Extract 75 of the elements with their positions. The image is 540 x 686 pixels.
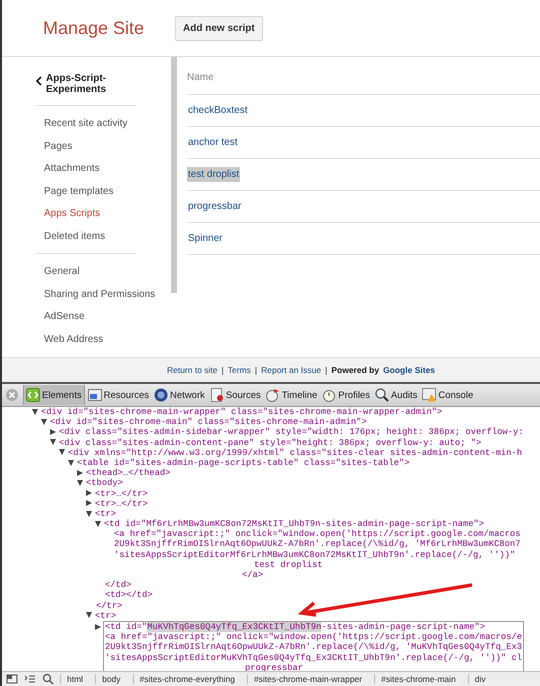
sidebar-item[interactable]: AdSense	[44, 306, 170, 328]
stopwatch-flag-icon	[266, 388, 280, 402]
breadcrumb-item[interactable]: body	[95, 674, 126, 684]
script-link[interactable]: checkBoxtest	[187, 103, 248, 118]
devtools-tab[interactable]: Sources	[208, 385, 263, 405]
devtools-tab[interactable]: Audits	[372, 385, 420, 405]
footer-link[interactable]: Google Sites	[383, 365, 436, 375]
devtools-tab[interactable]: Profiles	[320, 385, 372, 405]
code-line: <tr>	[2, 508, 540, 520]
add-script-button[interactable]: Add new script	[175, 16, 263, 40]
console-warning-icon	[422, 388, 436, 402]
list-icon[interactable]	[24, 673, 36, 685]
code-line: <tbody>	[2, 478, 540, 488]
code-line: <div class="sites-admin-content-pane" style="height: 386px; overflow-y: auto; ">	[2, 438, 540, 448]
window-icon	[88, 388, 102, 402]
globe-icon	[154, 388, 168, 402]
sidebar-item[interactable]: Sharing and Permissions	[44, 284, 170, 306]
sidebar-item[interactable]: Web Address	[44, 328, 170, 351]
script-link[interactable]: test droplist	[187, 167, 240, 182]
sidebar-item[interactable]: Page templates	[44, 180, 170, 203]
code-line: </td>	[104, 580, 132, 590]
devtools-tab[interactable]: Resources	[86, 385, 152, 405]
chevron-left-icon[interactable]	[36, 76, 42, 86]
script-link[interactable]: anchor test	[187, 135, 238, 150]
script-link[interactable]: Spinner	[187, 231, 224, 246]
code-line: test droplist	[253, 560, 324, 570]
code-line: <div class="sites-admin-sidebar-wrapper" style="width: 176px; height: 386px; overflow-y:	[2, 427, 540, 438]
footer-link[interactable]: Return to site	[166, 365, 218, 375]
separator-text: |	[325, 365, 328, 375]
code-line: <div id="sites-chrome-main-wrapper" class="sites-chrome-main-wrapper-admin">	[2, 407, 540, 418]
devtools-tab[interactable]: Network	[152, 385, 207, 405]
code-line: <div id="sites-chrome-main" class="sites-chrome-main-admin">	[2, 417, 540, 428]
code-brackets-icon	[26, 388, 40, 402]
devtools-tab[interactable]: Elements	[23, 385, 85, 405]
code-line: <tr>…</tr>	[2, 488, 540, 499]
magnifier-icon	[374, 388, 389, 402]
code-line: <tr>	[2, 610, 540, 621]
page-title: Manage Site	[43, 18, 146, 38]
code-line: </a>	[241, 570, 264, 580]
code-line: <thead>…</thead>	[2, 468, 540, 478]
breadcrumb-item[interactable]: html	[60, 674, 90, 684]
sidebar-item[interactable]: General	[44, 261, 170, 284]
sidebar-item[interactable]: Attachments	[44, 158, 170, 180]
breadcrumb-item[interactable]: #sites-chrome-main-wrapper	[246, 674, 368, 684]
code-line: 2U9kt3SnjffrRimOISlrnAqt6OpwUUkZ-A7bRn'.replace(/\%id/g, 'Mf6rLrhMBw3umKC8on7	[113, 539, 522, 550]
code-line: <td></td>	[104, 590, 154, 601]
search-icon[interactable]	[42, 673, 54, 685]
code-line: <tr>…</tr>	[2, 498, 540, 509]
separator-text: |	[222, 365, 224, 375]
code-line: <td id="Mf6rLrhMBw3umKC8on72MsKtIT_UhbT9n-sites-admin-page-script-name">	[2, 519, 540, 530]
code-line: <table id="sites-admin-page-scripts-table" class="sites-table">	[2, 458, 540, 468]
document-icon	[210, 388, 224, 402]
column-header: Name	[187, 57, 540, 95]
separator-text: |	[254, 365, 258, 375]
sidebar-item[interactable]: Apps Scripts	[44, 203, 170, 226]
breadcrumb-item[interactable]: div	[468, 674, 492, 684]
script-link[interactable]: progressbar	[187, 199, 242, 214]
site-name-link[interactable]: Apps-Script-Experiments	[46, 73, 136, 95]
scrollbar[interactable]	[171, 57, 177, 293]
code-line: <div xmlns="http://www.w3.org/1999/xhtml" class="sites-clear sites-admin-content-min-h	[2, 448, 540, 458]
sidebar-item[interactable]: Recent site activity	[44, 113, 170, 136]
code-line: <a href="javascript:;" onclick="window.open('https://script.google.com/macros	[113, 529, 522, 540]
sidebar-item[interactable]: Deleted items	[44, 226, 170, 248]
stopwatch-icon	[322, 388, 336, 402]
footer-link[interactable]: Report an Issue	[261, 365, 322, 375]
devtools-tab[interactable]: Console	[420, 385, 476, 405]
footer-link[interactable]: Terms	[228, 365, 251, 375]
code-line: 'sitesAppsScriptEditorMf6rLrhMBw3umKC8on72MsKtIT_UhbT9n'.replace(/-/g, ''))"	[113, 550, 516, 560]
breadcrumb-item[interactable]: #sites-chrome-everything	[132, 674, 241, 684]
powered-by-text: Powered by	[331, 365, 380, 375]
devtools-tab[interactable]: Timeline	[264, 385, 320, 405]
sidebar-item[interactable]: Pages	[44, 136, 170, 158]
dock-icon[interactable]	[6, 673, 18, 685]
code-line: </tr>	[95, 600, 124, 611]
breadcrumb-item[interactable]: #sites-chrome-main	[374, 674, 462, 684]
